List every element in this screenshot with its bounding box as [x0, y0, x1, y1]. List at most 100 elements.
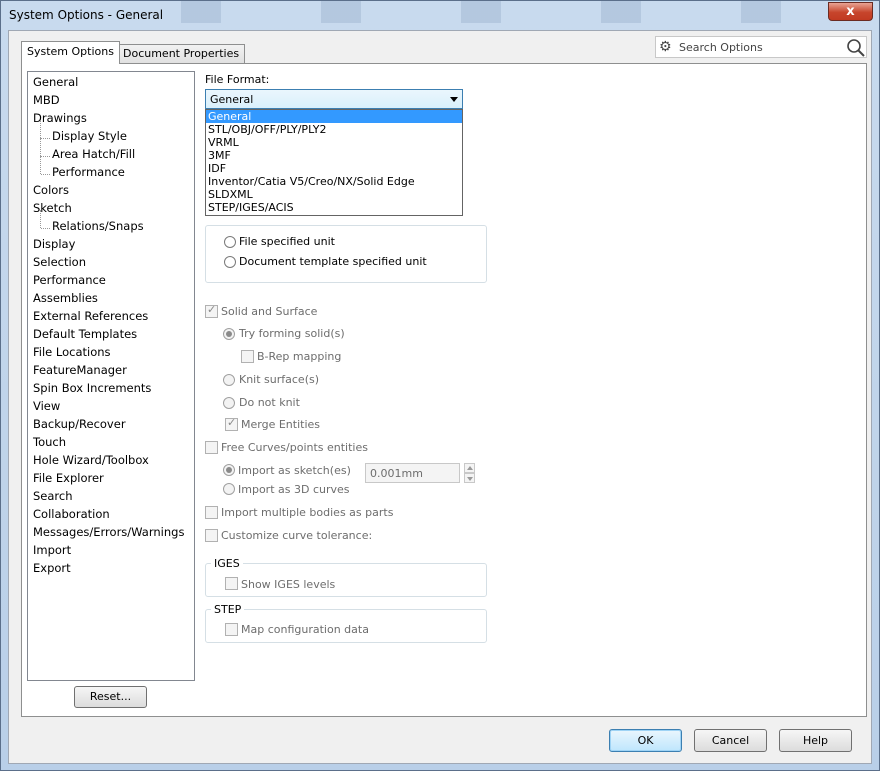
tab-document-properties[interactable]: Document Properties: [117, 44, 246, 64]
solid-and-surface-label: Solid and Surface: [221, 305, 318, 318]
tree-connector: [41, 228, 50, 229]
customize-tolerance-checkbox[interactable]: [205, 529, 218, 542]
map-configuration-label: Map configuration data: [241, 623, 369, 636]
file-specified-unit-radio[interactable]: [224, 236, 236, 248]
do-not-knit-radio[interactable]: [223, 397, 235, 409]
options-tree[interactable]: General MBD Drawings Display Style Area Hatc…: [27, 71, 195, 681]
free-curves-label: Free Curves/points entities: [221, 441, 368, 454]
tree-item[interactable]: View: [33, 399, 60, 417]
background-toolbar-ghost: [181, 1, 821, 23]
spin-down-icon[interactable]: [464, 473, 475, 483]
dialog-window: System Options - General x System Option…: [0, 0, 880, 771]
merge-entities-checkbox[interactable]: [225, 416, 238, 431]
brep-mapping-label: B-Rep mapping: [257, 350, 342, 363]
try-forming-solids-radio[interactable]: [223, 328, 235, 340]
file-format-option[interactable]: STL/OBJ/OFF/PLY/PLY2: [206, 123, 462, 136]
tree-item[interactable]: FeatureManager: [33, 363, 127, 381]
tab-system-options[interactable]: System Options: [21, 41, 120, 64]
tree-item[interactable]: Import: [33, 543, 71, 561]
chevron-down-icon: [450, 97, 458, 102]
show-iges-levels-label: Show IGES levels: [241, 578, 336, 591]
file-format-selected-value: General: [210, 93, 254, 106]
file-format-dropdown-list[interactable]: General STL/OBJ/OFF/PLY/PLY2 VRML 3MF IDF Inv…: [205, 109, 463, 216]
show-iges-levels-checkbox[interactable]: [225, 577, 238, 590]
tree-item[interactable]: MBD: [33, 93, 60, 111]
file-specified-unit-label: File specified unit: [239, 235, 335, 248]
reset-button[interactable]: Reset...: [74, 686, 147, 708]
tree-item[interactable]: Assemblies: [33, 291, 98, 309]
file-format-option[interactable]: 3MF: [206, 149, 462, 162]
do-not-knit-label: Do not knit: [239, 396, 300, 409]
document-template-unit-radio[interactable]: [224, 256, 236, 268]
window-title: System Options - General: [9, 8, 164, 22]
search-input[interactable]: Search Options: [679, 41, 763, 54]
tree-connector: [40, 120, 50, 138]
import-as-3d-curves-label: Import as 3D curves: [238, 483, 350, 496]
tree-item[interactable]: Export: [33, 561, 71, 579]
curve-tolerance-input[interactable]: 0.001mm: [365, 463, 460, 483]
curve-tolerance-spinner[interactable]: [464, 463, 475, 483]
tree-item[interactable]: Display: [33, 237, 75, 255]
tree-item[interactable]: Sketch: [33, 201, 72, 219]
tree-item[interactable]: Performance: [52, 165, 125, 183]
title-bar[interactable]: System Options - General x: [1, 1, 879, 29]
file-format-option[interactable]: General: [206, 110, 462, 123]
file-format-option[interactable]: STEP/IGES/ACIS: [206, 201, 462, 214]
brep-mapping-checkbox[interactable]: [241, 350, 254, 363]
cancel-button[interactable]: Cancel: [694, 729, 767, 752]
file-format-label: File Format:: [205, 73, 270, 86]
tree-item[interactable]: File Explorer: [33, 471, 104, 489]
file-format-option[interactable]: Inventor/Catia V5/Creo/NX/Solid Edge: [206, 175, 462, 188]
gear-icon[interactable]: ⚙: [659, 39, 672, 55]
document-template-unit-label: Document template specified unit: [239, 255, 427, 268]
tree-connector: [40, 156, 50, 174]
free-curves-checkbox[interactable]: [205, 441, 218, 454]
import-as-sketch-radio[interactable]: [223, 464, 235, 476]
tree-item[interactable]: Area Hatch/Fill: [52, 147, 135, 165]
file-format-option[interactable]: IDF: [206, 162, 462, 175]
tree-item[interactable]: Collaboration: [33, 507, 110, 525]
tree-item[interactable]: Default Templates: [33, 327, 137, 345]
merge-entities-label: Merge Entities: [241, 418, 320, 431]
tree-item[interactable]: Display Style: [52, 129, 127, 147]
file-format-select[interactable]: General: [205, 89, 463, 109]
tree-item[interactable]: Search: [33, 489, 73, 507]
units-group: [205, 225, 487, 283]
import-as-3d-curves-radio[interactable]: [223, 483, 235, 495]
tree-item[interactable]: Colors: [33, 183, 69, 201]
tree-item[interactable]: Selection: [33, 255, 86, 273]
search-options-box[interactable]: ⚙ Search Options: [655, 36, 867, 58]
solid-and-surface-checkbox[interactable]: [205, 303, 218, 318]
tree-connector: [41, 174, 50, 175]
tree-item[interactable]: General: [33, 75, 78, 93]
import-multiple-bodies-label: Import multiple bodies as parts: [221, 506, 394, 519]
tree-connector: [40, 210, 50, 228]
ok-button[interactable]: OK: [609, 729, 682, 752]
tree-item[interactable]: Performance: [33, 273, 106, 291]
tree-item[interactable]: File Locations: [33, 345, 111, 363]
knit-surfaces-label: Knit surface(s): [239, 373, 320, 386]
iges-legend: IGES: [211, 557, 243, 570]
tree-item[interactable]: Relations/Snaps: [52, 219, 144, 237]
customize-tolerance-label: Customize curve tolerance:: [221, 529, 373, 542]
search-icon[interactable]: [846, 38, 866, 58]
file-format-option[interactable]: SLDXML: [206, 188, 462, 201]
spin-up-icon[interactable]: [464, 463, 475, 473]
tree-connector: [40, 138, 50, 156]
tree-item[interactable]: Touch: [33, 435, 66, 453]
tree-item[interactable]: Backup/Recover: [33, 417, 126, 435]
close-icon: x: [846, 4, 855, 19]
map-configuration-checkbox[interactable]: [225, 623, 238, 636]
import-as-sketch-label: Import as sketch(es): [238, 464, 351, 477]
tree-item[interactable]: External References: [33, 309, 148, 327]
import-multiple-bodies-checkbox[interactable]: [205, 506, 218, 519]
dialog-client-area: System Options Document Properties ⚙ Sea…: [8, 30, 872, 764]
file-format-option[interactable]: VRML: [206, 136, 462, 149]
options-pane: General MBD Drawings Display Style Area Hatc…: [21, 63, 867, 717]
tree-item[interactable]: Spin Box Increments: [33, 381, 151, 399]
tree-item[interactable]: Hole Wizard/Toolbox: [33, 453, 149, 471]
help-button[interactable]: Help: [779, 729, 852, 752]
close-button[interactable]: x: [828, 2, 873, 21]
knit-surfaces-radio[interactable]: [223, 374, 235, 386]
tree-item[interactable]: Messages/Errors/Warnings: [33, 525, 184, 543]
